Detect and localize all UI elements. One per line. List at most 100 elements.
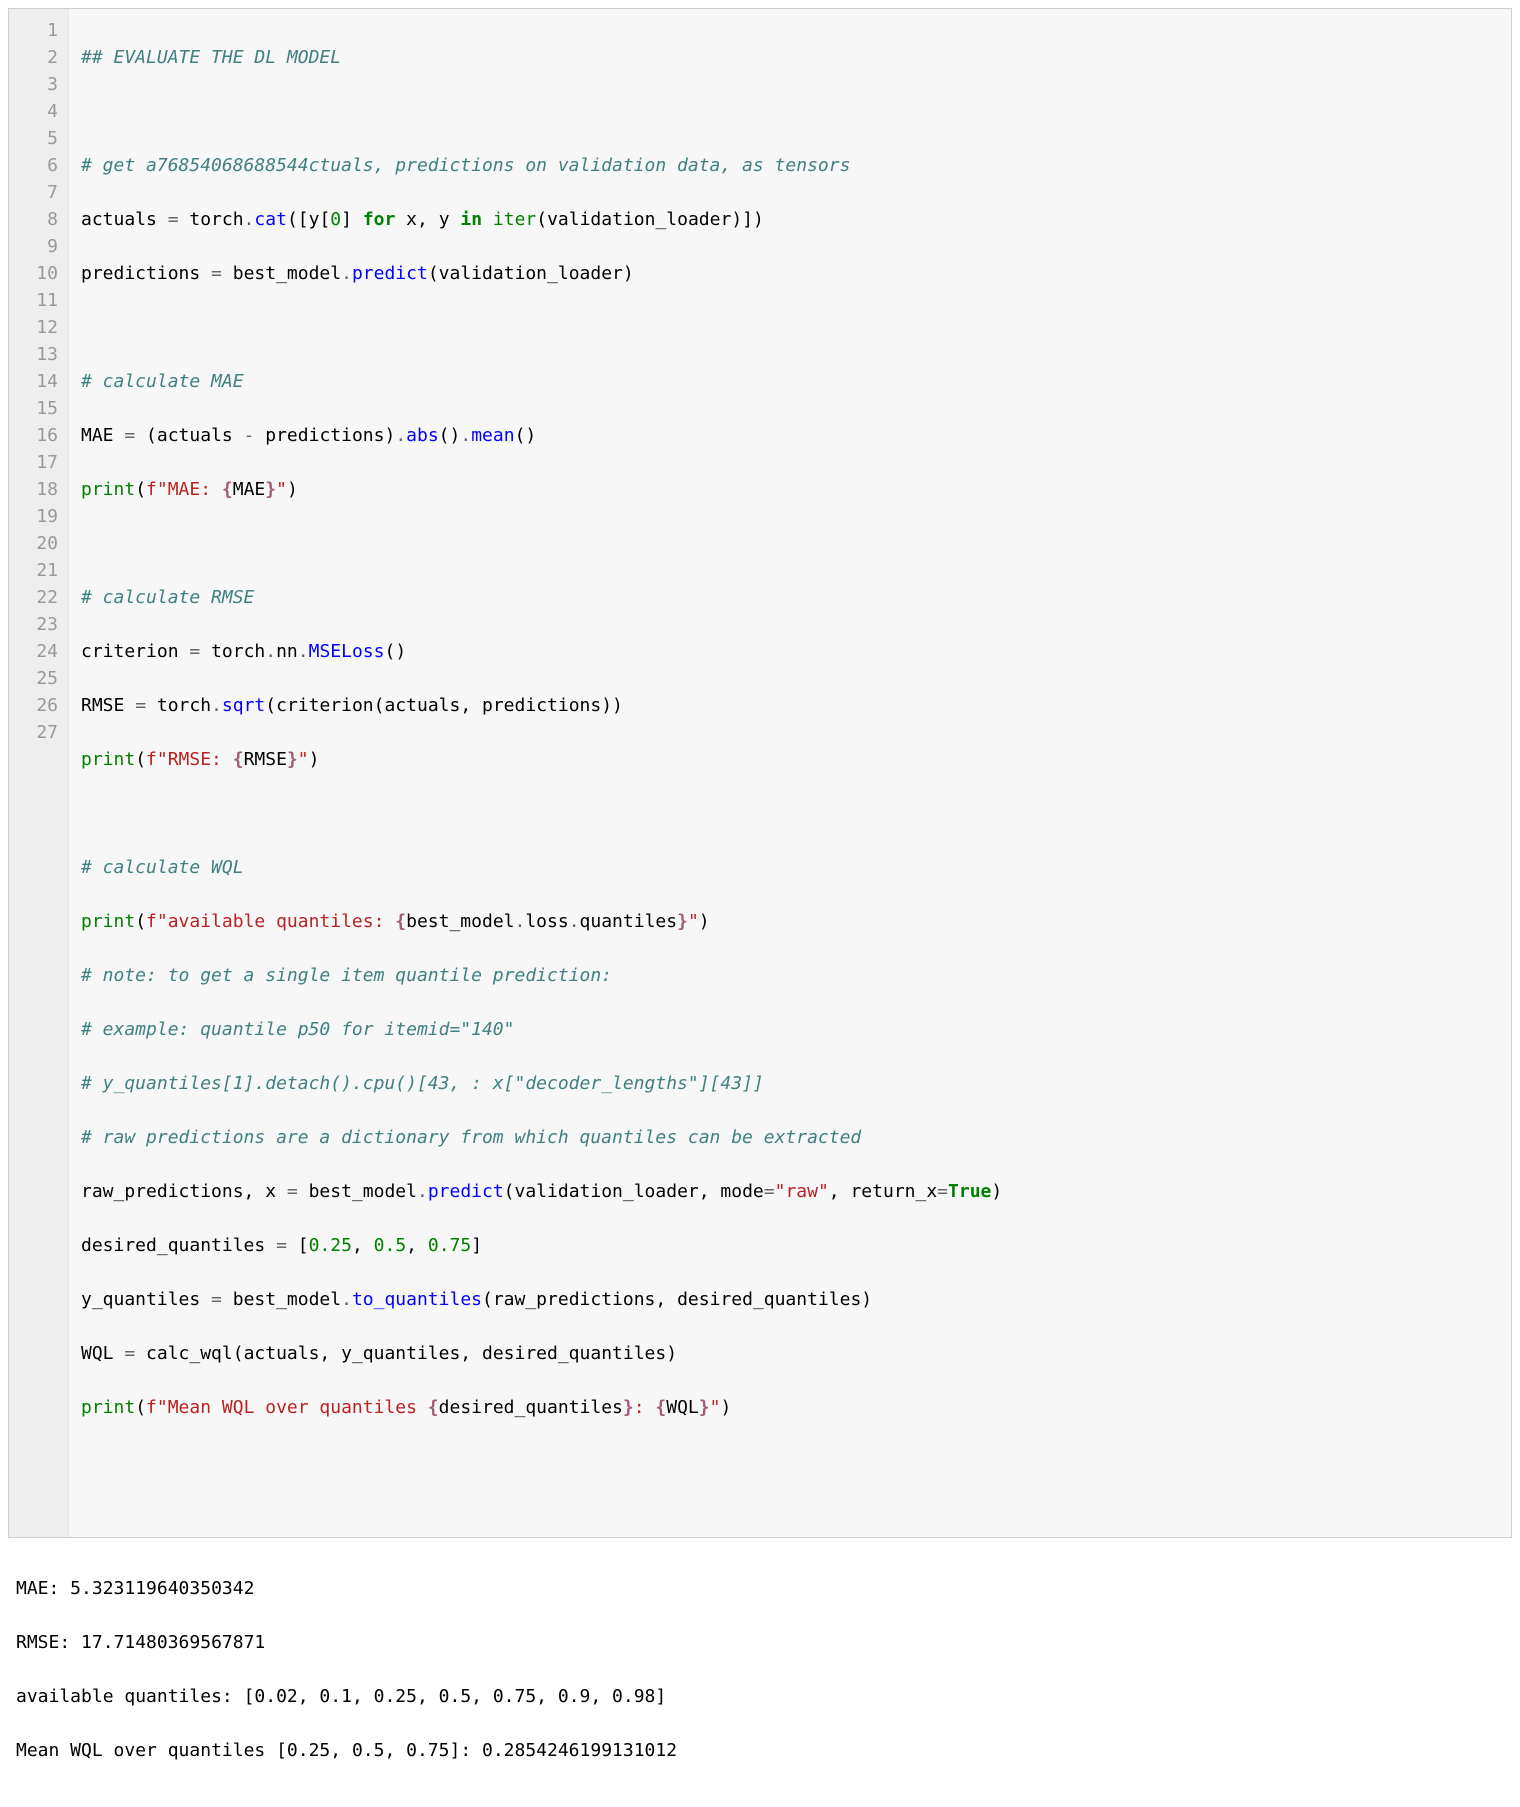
code-token: "raw" [775, 1181, 829, 1202]
code-comment: # y_quantiles[1].detach().cpu()[43, : x[… [81, 1073, 764, 1094]
code-token: . [515, 911, 526, 932]
code-token: predictions [81, 263, 211, 284]
code-token: { [395, 911, 406, 932]
code-token: ) [720, 1397, 731, 1418]
code-token: , [406, 1235, 428, 1256]
code-token: WQL [666, 1397, 699, 1418]
code-token: actuals [81, 209, 168, 230]
code-token: = [135, 695, 146, 716]
code-token: f"Mean WQL over quantiles [146, 1397, 428, 1418]
code-token: loss [525, 911, 568, 932]
code-token: { [428, 1397, 439, 1418]
code-comment: # calculate WQL [81, 857, 244, 878]
code-token: } [287, 749, 298, 770]
output-line: MAE: 5.323119640350342 [16, 1575, 1504, 1602]
code-token: sqrt [222, 695, 265, 716]
output-line: Mean WQL over quantiles [0.25, 0.5, 0.75… [16, 1737, 1504, 1764]
code-comment: # calculate RMSE [81, 587, 254, 608]
code-token: predictions) [254, 425, 395, 446]
code-token: . [460, 425, 471, 446]
code-token: ] [341, 209, 363, 230]
code-token: . [298, 641, 309, 662]
code-token: predict [428, 1181, 504, 1202]
code-token: criterion [81, 641, 189, 662]
code-token: ([y[ [287, 209, 330, 230]
line-number: 27 [13, 719, 58, 746]
code-token: nn [276, 641, 298, 662]
code-token: iter [482, 209, 536, 230]
code-token: = [189, 641, 200, 662]
code-token: print [81, 1397, 135, 1418]
code-token: print [81, 911, 135, 932]
code-token: } [623, 1397, 634, 1418]
code-token: . [211, 695, 222, 716]
code-token: { [655, 1397, 666, 1418]
code-token: . [341, 1289, 352, 1310]
code-token: = [287, 1181, 298, 1202]
line-number: 19 [13, 503, 58, 530]
code-token: = [124, 425, 135, 446]
code-token: (validation_loader)]) [536, 209, 764, 230]
code-token: torch [179, 209, 244, 230]
code-token: f"RMSE: [146, 749, 233, 770]
cell-output: MAE: 5.323119640350342 RMSE: 17.71480369… [8, 1538, 1512, 1799]
line-number: 16 [13, 422, 58, 449]
code-token: 0.75 [428, 1235, 471, 1256]
code-token: ) [309, 749, 320, 770]
line-number: 24 [13, 638, 58, 665]
line-number: 20 [13, 530, 58, 557]
code-token: . [341, 263, 352, 284]
code-token: print [81, 479, 135, 500]
code-token: } [265, 479, 276, 500]
line-number: 14 [13, 368, 58, 395]
code-token: (validation_loader) [428, 263, 634, 284]
code-editor[interactable]: ## EVALUATE THE DL MODEL # get a76854068… [69, 9, 1511, 1537]
code-token: (validation_loader, mode [504, 1181, 764, 1202]
line-number: 25 [13, 665, 58, 692]
code-token: . [265, 641, 276, 662]
code-token: raw_predictions, x [81, 1181, 287, 1202]
code-token: 0 [330, 209, 341, 230]
code-token: desired_quantiles [439, 1397, 623, 1418]
code-token: ( [135, 749, 146, 770]
code-token: x, y [395, 209, 460, 230]
code-token: : [634, 1397, 656, 1418]
code-token: best_model [298, 1181, 417, 1202]
line-number: 11 [13, 287, 58, 314]
code-token: WQL [81, 1343, 124, 1364]
code-token: MSELoss [309, 641, 385, 662]
line-number: 23 [13, 611, 58, 638]
line-number-gutter: 1 2 3 4 5 6 7 8 9 10 11 12 13 14 15 16 1… [9, 9, 69, 1537]
code-token: torch [200, 641, 265, 662]
code-token: best_model [222, 263, 341, 284]
code-token: for [363, 209, 396, 230]
code-token: predict [352, 263, 428, 284]
code-comment: ## EVALUATE THE DL MODEL [81, 47, 341, 68]
line-number: 4 [13, 98, 58, 125]
line-number: 5 [13, 125, 58, 152]
code-token: calc_wql(actuals, y_quantiles, desired_q… [135, 1343, 677, 1364]
code-token: ) [287, 479, 298, 500]
line-number: 2 [13, 44, 58, 71]
line-number: 12 [13, 314, 58, 341]
code-token: desired_quantiles [81, 1235, 276, 1256]
code-token: = [168, 209, 179, 230]
code-token: - [244, 425, 255, 446]
output-line: RMSE: 17.71480369567871 [16, 1629, 1504, 1656]
code-comment: # note: to get a single item quantile pr… [81, 965, 612, 986]
code-token: . [395, 425, 406, 446]
code-token: ( [135, 1397, 146, 1418]
code-comment: # raw predictions are a dictionary from … [81, 1127, 861, 1148]
code-token: } [699, 1397, 710, 1418]
code-token: quantiles [580, 911, 678, 932]
code-token: in [460, 209, 482, 230]
code-token: torch [146, 695, 211, 716]
line-number: 26 [13, 692, 58, 719]
code-token: , return_x [829, 1181, 937, 1202]
line-number: 7 [13, 179, 58, 206]
line-number: 10 [13, 260, 58, 287]
code-token: (raw_predictions, desired_quantiles) [482, 1289, 872, 1310]
code-token: = [124, 1343, 135, 1364]
code-token: " [298, 749, 309, 770]
code-token: . [244, 209, 255, 230]
